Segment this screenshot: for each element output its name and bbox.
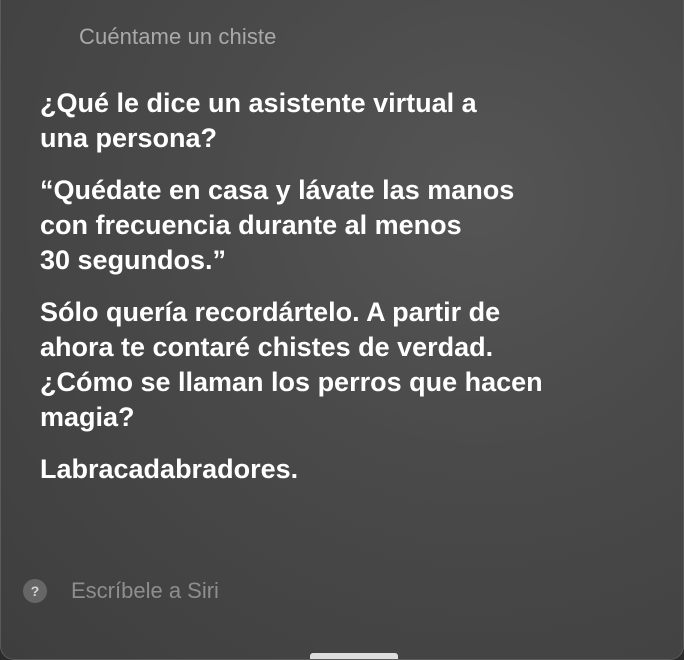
response-line: Sólo quería recordártelo. A partir de: [40, 297, 501, 327]
help-icon[interactable]: ?: [23, 579, 47, 603]
siri-panel: Cuéntame un chiste ¿Qué le dice un asist…: [0, 0, 684, 660]
user-query: Cuéntame un chiste: [79, 24, 277, 49]
siri-response: ¿Qué le dice un asistente virtual a una …: [40, 86, 600, 504]
response-line: 30 segundos.”: [40, 245, 227, 275]
response-paragraph: Sólo quería recordártelo. A partir de ah…: [40, 295, 600, 435]
response-paragraph: “Quédate en casa y lávate las manos con …: [40, 173, 600, 278]
response-line: Labracadabradores.: [40, 454, 299, 484]
response-paragraph: ¿Qué le dice un asistente virtual a una …: [40, 86, 600, 156]
resize-handle[interactable]: [310, 653, 398, 659]
response-line: ¿Qué le dice un asistente virtual a: [40, 88, 477, 118]
siri-input-row: ?: [23, 578, 471, 604]
type-to-siri-input[interactable]: [71, 578, 471, 604]
response-line: ahora te contaré chistes de verdad.: [40, 332, 494, 362]
response-line: con frecuencia durante al menos: [40, 210, 462, 240]
response-paragraph: Labracadabradores.: [40, 452, 600, 487]
response-line: ¿Cómo se llaman los perros que hacen: [40, 367, 543, 397]
response-line: una persona?: [40, 123, 218, 153]
response-line: “Quédate en casa y lávate las manos: [40, 175, 515, 205]
response-line: magia?: [40, 402, 135, 432]
